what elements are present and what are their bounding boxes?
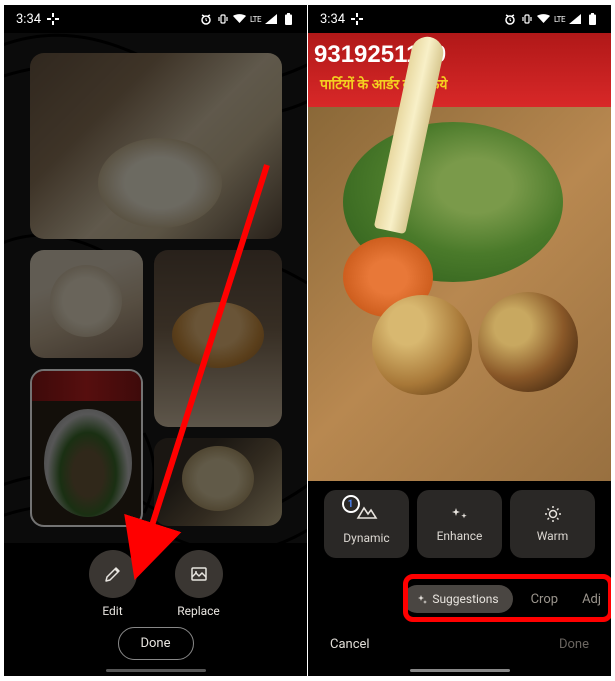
- status-bar: 3:34 LTE: [4, 5, 307, 33]
- wifi-icon: [537, 12, 551, 26]
- battery-icon: [585, 12, 599, 26]
- preset-enhance[interactable]: Enhance: [417, 490, 502, 558]
- preset-warm[interactable]: Warm: [510, 490, 595, 558]
- badge-1: 1: [342, 495, 360, 513]
- signal-icon: [568, 12, 582, 26]
- app-icon: [46, 12, 60, 26]
- done-button-disabled: Done: [559, 637, 589, 652]
- done-label: Done: [140, 636, 170, 651]
- photo-editor-screen: 3:34 LTE 9319251189: [308, 5, 611, 676]
- status-time: 3:34: [320, 12, 345, 27]
- vibrate-icon: [520, 12, 534, 26]
- food-bati-2: [478, 292, 578, 392]
- preset-label: Enhance: [437, 529, 483, 543]
- app-icon: [350, 12, 364, 26]
- nav-handle[interactable]: [410, 669, 510, 672]
- vibrate-icon: [216, 12, 230, 26]
- food-bati-1: [372, 295, 472, 395]
- pencil-icon: [104, 565, 122, 583]
- done-button[interactable]: Done: [117, 627, 193, 660]
- dim-overlay: [4, 33, 307, 543]
- photo-preview[interactable]: 9319251189 पार्टियों के आर्डर बुक किये: [308, 33, 611, 481]
- sparkles-icon: [450, 505, 470, 523]
- alarm-icon: [199, 12, 213, 26]
- preset-dynamic[interactable]: 1 Dynamic: [324, 490, 409, 558]
- collage-edit-screen: 3:34 LTE: [4, 5, 307, 676]
- preset-label: Warm: [537, 529, 569, 543]
- lte-indicator: LTE: [554, 15, 565, 24]
- preset-label: Dynamic: [343, 531, 389, 545]
- battery-icon: [281, 12, 295, 26]
- status-bar: 3:34 LTE: [308, 5, 611, 33]
- annotation-highlight-box: [403, 574, 611, 622]
- presets: 1 Dynamic Enhance Warm: [308, 490, 611, 558]
- edit-button[interactable]: Edit: [89, 550, 137, 618]
- image-icon: [190, 565, 208, 583]
- signal-icon: [264, 12, 278, 26]
- sun-icon: [543, 505, 563, 523]
- photo-background-banner: 9319251189 पार्टियों के आर्डर बुक किये: [308, 33, 611, 107]
- alarm-icon: [503, 12, 517, 26]
- edit-label: Edit: [102, 604, 122, 618]
- cancel-button[interactable]: Cancel: [330, 637, 370, 652]
- nav-handle[interactable]: [106, 669, 206, 672]
- replace-button[interactable]: Replace: [175, 550, 223, 618]
- collage-preview[interactable]: [4, 33, 307, 543]
- wifi-icon: [233, 12, 247, 26]
- replace-label: Replace: [177, 604, 220, 618]
- status-time: 3:34: [16, 12, 41, 27]
- lte-indicator: LTE: [250, 15, 261, 24]
